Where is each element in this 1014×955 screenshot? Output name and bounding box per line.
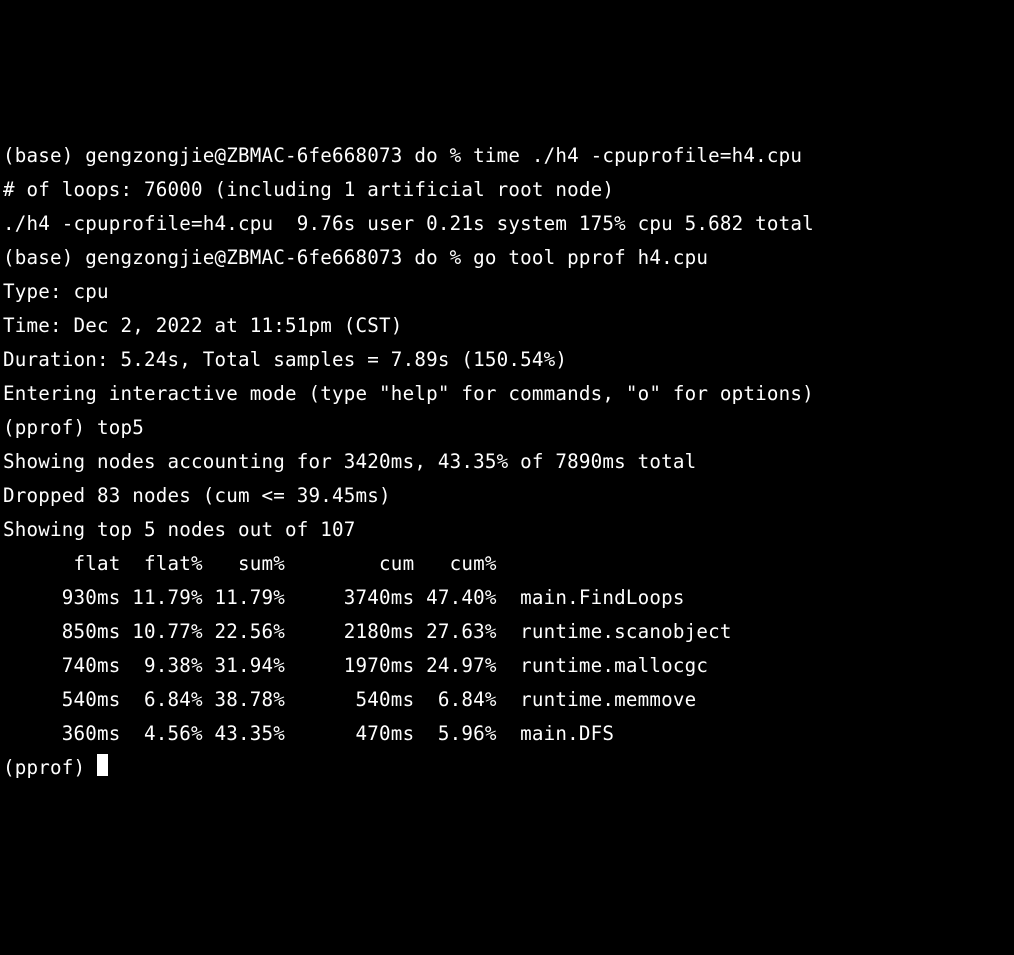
pprof-table-row: 850ms 10.77% 22.56% 2180ms 27.63% runtim… xyxy=(3,620,732,643)
terminal-line: (base) gengzongjie@ZBMAC-6fe668073 do % … xyxy=(3,144,802,167)
terminal-line: # of loops: 76000 (including 1 artificia… xyxy=(3,178,614,201)
terminal-line: Dropped 83 nodes (cum <= 39.45ms) xyxy=(3,484,391,507)
pprof-table-row: 360ms 4.56% 43.35% 470ms 5.96% main.DFS xyxy=(3,722,614,745)
terminal-line: (pprof) top5 xyxy=(3,416,144,439)
terminal-line: Type: cpu xyxy=(3,280,109,303)
terminal-line: Duration: 5.24s, Total samples = 7.89s (… xyxy=(3,348,567,371)
pprof-table-row: 930ms 11.79% 11.79% 3740ms 47.40% main.F… xyxy=(3,586,685,609)
cursor-icon xyxy=(97,754,108,776)
pprof-prompt[interactable]: (pprof) xyxy=(3,756,97,779)
terminal-line: Time: Dec 2, 2022 at 11:51pm (CST) xyxy=(3,314,403,337)
terminal-line: (base) gengzongjie@ZBMAC-6fe668073 do % … xyxy=(3,246,708,269)
pprof-table-row: 540ms 6.84% 38.78% 540ms 6.84% runtime.m… xyxy=(3,688,696,711)
terminal-line: Showing top 5 nodes out of 107 xyxy=(3,518,356,541)
terminal-line: ./h4 -cpuprofile=h4.cpu 9.76s user 0.21s… xyxy=(3,212,814,235)
pprof-table-header: flat flat% sum% cum cum% xyxy=(3,552,497,575)
terminal-line: Showing nodes accounting for 3420ms, 43.… xyxy=(3,450,696,473)
terminal-line: Entering interactive mode (type "help" f… xyxy=(3,382,814,405)
pprof-table-row: 740ms 9.38% 31.94% 1970ms 24.97% runtime… xyxy=(3,654,708,677)
terminal-output: (base) gengzongjie@ZBMAC-6fe668073 do % … xyxy=(3,139,1011,785)
